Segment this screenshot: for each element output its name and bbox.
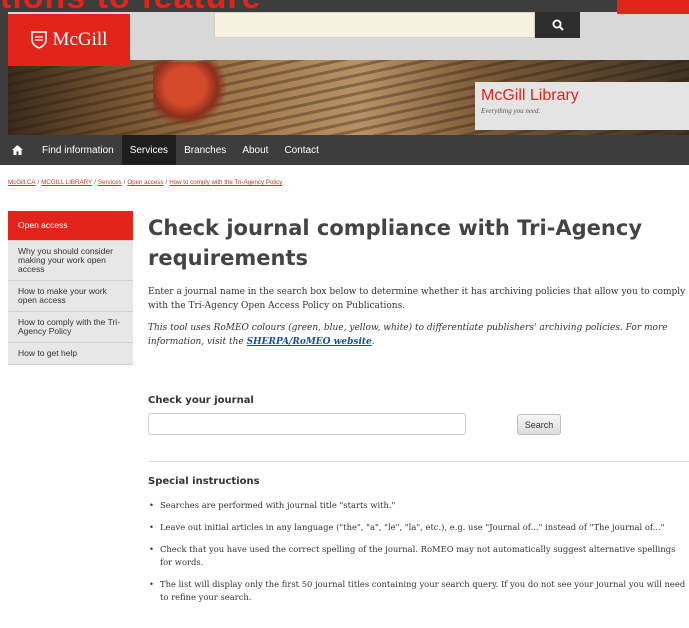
- breadcrumb-link[interactable]: How to comply with the Tri-Agency Policy: [169, 179, 282, 186]
- sidebar-item-how-to-make-open[interactable]: How to make your work open access: [8, 281, 133, 312]
- special-instructions-heading: Special instructions: [148, 476, 260, 487]
- crest-icon: [30, 31, 47, 49]
- romeo-note-text: This tool uses RoMEO colours (green, blu…: [148, 323, 668, 347]
- mcgill-logo[interactable]: McGill: [8, 14, 130, 66]
- sidebar-item-how-to-comply[interactable]: How to comply with the Tri-Agency Policy: [8, 312, 133, 343]
- overlay-text: tions to feature: [0, 0, 262, 16]
- nav-item-branches[interactable]: Branches: [176, 135, 234, 165]
- list-item: Leave out initial articles in any langua…: [148, 521, 689, 534]
- sidebar-item-open-access[interactable]: Open access: [8, 211, 133, 241]
- illuminated-figure: [153, 62, 233, 132]
- romeo-note: This tool uses RoMEO colours (green, blu…: [148, 321, 689, 349]
- breadcrumb-link[interactable]: Services: [98, 179, 122, 186]
- library-plate[interactable]: McGill Library Everything you need.: [475, 82, 689, 130]
- breadcrumb-link[interactable]: MCGILL LIBRARY: [41, 179, 92, 186]
- site-search-input[interactable]: [214, 12, 535, 38]
- breadcrumb-link[interactable]: Open access: [127, 179, 163, 186]
- site-search-button[interactable]: [535, 12, 580, 38]
- library-tagline: Everything you need.: [481, 107, 541, 115]
- library-title: McGill Library: [481, 87, 579, 104]
- intro-line: with the Tri-Agency Open Access Policy o…: [148, 301, 406, 311]
- instructions-list: Searches are performed with journal titl…: [148, 499, 689, 613]
- logo-text: McGill: [52, 29, 108, 50]
- breadcrumb: McGill.CA / MCGILL LIBRARY / Services / Open a…: [8, 179, 282, 186]
- list-item: The list will display only the first 50 …: [148, 578, 689, 604]
- search-icon: [552, 19, 564, 31]
- nav-item-contact[interactable]: Contact: [276, 135, 326, 165]
- sidebar-item-get-help[interactable]: How to get help: [8, 343, 133, 365]
- check-journal-heading: Check your journal: [148, 395, 254, 406]
- list-item: Searches are performed with journal titl…: [148, 499, 689, 512]
- home-icon: [11, 145, 23, 155]
- divider: [148, 461, 689, 462]
- nav-item-services[interactable]: Services: [121, 135, 177, 165]
- sherpa-romeo-link[interactable]: SHERPA/RoMEO website: [247, 337, 372, 347]
- breadcrumb-link[interactable]: McGill.CA: [8, 179, 36, 186]
- home-link[interactable]: [0, 135, 34, 165]
- intro-paragraph: Enter a journal name in the search box b…: [148, 285, 689, 313]
- library-banner-image: McGill Library Everything you need.: [8, 60, 689, 135]
- main-content: Check journal compliance with Tri-Agency…: [148, 213, 689, 349]
- breadcrumb-separator: /: [165, 179, 168, 186]
- list-item: Check that you have used the correct spe…: [148, 543, 689, 569]
- breadcrumb-separator: /: [94, 179, 96, 186]
- intro-line: Enter a journal name in the search box b…: [148, 287, 686, 297]
- site-header: McGill McGill Library Everything you nee…: [0, 0, 689, 135]
- search-button[interactable]: Search: [517, 414, 561, 435]
- sidebar-item-why-open-access[interactable]: Why you should consider making your work…: [8, 241, 133, 281]
- nav-item-find-information[interactable]: Find information: [34, 135, 122, 165]
- romeo-note-end: .: [371, 337, 375, 347]
- breadcrumb-separator: /: [37, 179, 40, 186]
- main-nav: Find information Services Branches About…: [0, 135, 689, 165]
- breadcrumb-separator: /: [123, 179, 126, 186]
- sidebar: Open access Why you should consider maki…: [8, 211, 133, 365]
- journal-search-input[interactable]: [148, 413, 466, 435]
- nav-item-about[interactable]: About: [234, 135, 276, 165]
- top-red-strip: [617, 0, 689, 14]
- page-title: Check journal compliance with Tri-Agency…: [148, 216, 643, 270]
